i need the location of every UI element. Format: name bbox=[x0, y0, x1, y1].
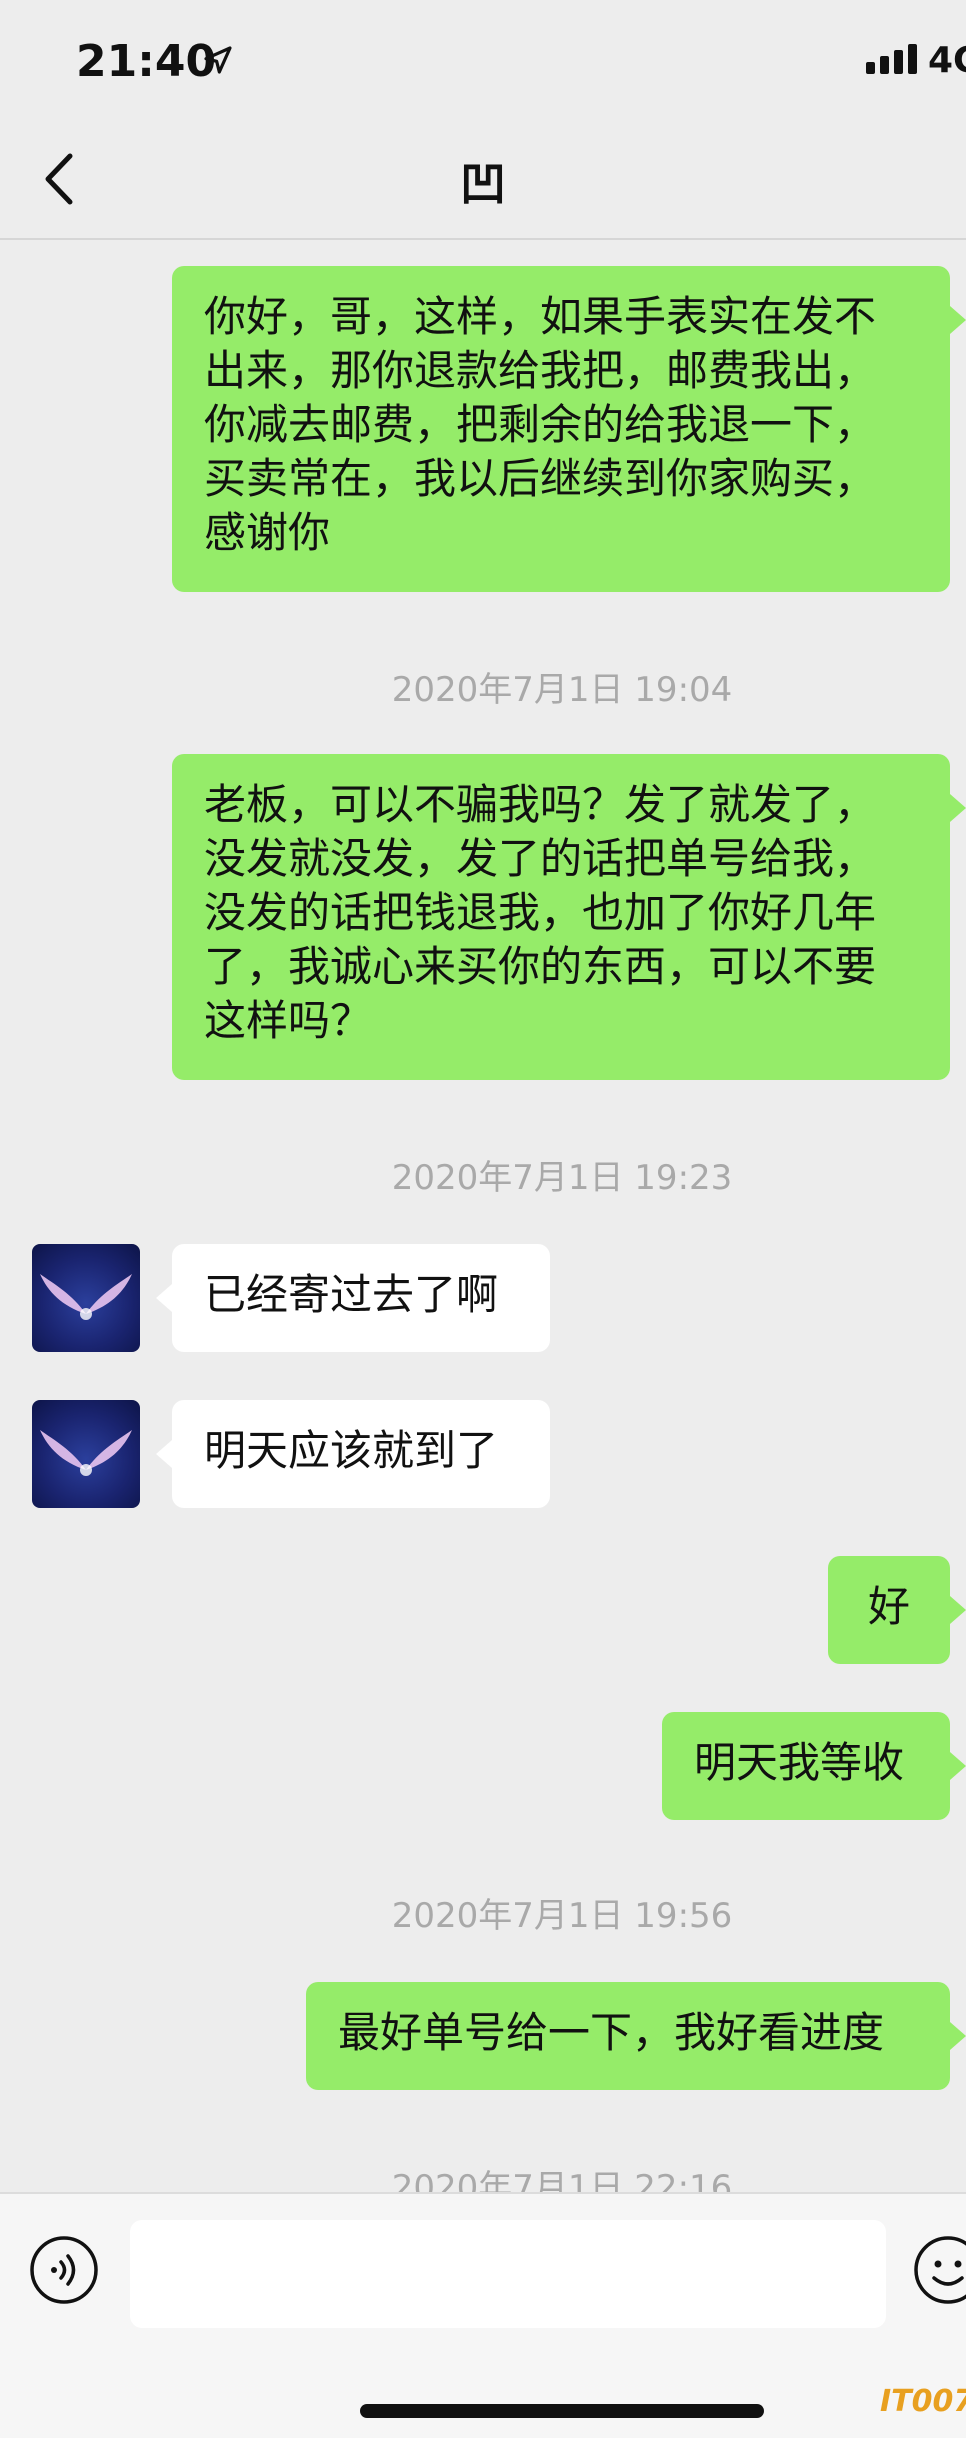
message-bubble-received[interactable]: 已经寄过去了啊 bbox=[172, 1244, 550, 1352]
watermark-logo: IT007 bbox=[880, 2384, 966, 2419]
message-bubble-sent[interactable]: 明天我等收 bbox=[662, 1712, 950, 1820]
bubble-tail bbox=[950, 794, 966, 822]
message-bubble-sent[interactable]: 好 bbox=[828, 1556, 950, 1664]
timestamp: 2020年7月1日 19:04 bbox=[391, 670, 733, 710]
message-bubble-sent[interactable]: 你好，哥，这样，如果手表实在发不 出来，那你退款给我把，邮费我出， 你减去邮费，… bbox=[172, 266, 950, 592]
bubble-tail bbox=[950, 306, 966, 334]
chat-area[interactable]: 你好，哥，这样，如果手表实在发不 出来，那你退款给我把，邮费我出， 你减去邮费，… bbox=[0, 240, 966, 2192]
chat-title: 凹 bbox=[460, 157, 506, 211]
timestamp: 2020年7月1日 22:16 bbox=[391, 2168, 733, 2192]
contact-avatar[interactable] bbox=[32, 1400, 140, 1508]
timestamp: 2020年7月1日 19:56 bbox=[391, 1896, 733, 1936]
bubble-tail bbox=[156, 1440, 172, 1468]
angel-wings-icon bbox=[40, 1274, 132, 1320]
message-bubble-received[interactable]: 明天应该就到了 bbox=[172, 1400, 550, 1508]
angel-wings-icon bbox=[40, 1430, 132, 1476]
message-input[interactable] bbox=[130, 2220, 886, 2328]
contact-avatar[interactable] bbox=[32, 1244, 140, 1352]
bubble-tail bbox=[950, 2022, 966, 2050]
voice-input-icon[interactable] bbox=[28, 2234, 100, 2306]
message-bubble-sent[interactable]: 最好单号给一下，我好看进度 bbox=[306, 1982, 950, 2090]
bubble-tail bbox=[156, 1284, 172, 1312]
bubble-tail bbox=[950, 1596, 966, 1624]
home-indicator bbox=[360, 2404, 764, 2418]
status-bar: 21:40 4G bbox=[0, 0, 966, 120]
status-time: 21:40 bbox=[76, 36, 217, 87]
nav-bar: 凹 bbox=[0, 120, 966, 240]
message-bubble-sent[interactable]: 老板，可以不骗我吗？发了就发了， 没发就没发，发了的话把单号给我， 没发的话把钱… bbox=[172, 754, 950, 1080]
input-bar: IT007 bbox=[0, 2192, 966, 2438]
network-type: 4G bbox=[928, 40, 966, 81]
location-arrow-icon bbox=[204, 46, 232, 74]
bubble-tail bbox=[950, 1752, 966, 1780]
timestamp: 2020年7月1日 19:23 bbox=[391, 1158, 733, 1198]
signal-icon bbox=[866, 44, 917, 74]
emoji-icon[interactable] bbox=[912, 2234, 966, 2306]
